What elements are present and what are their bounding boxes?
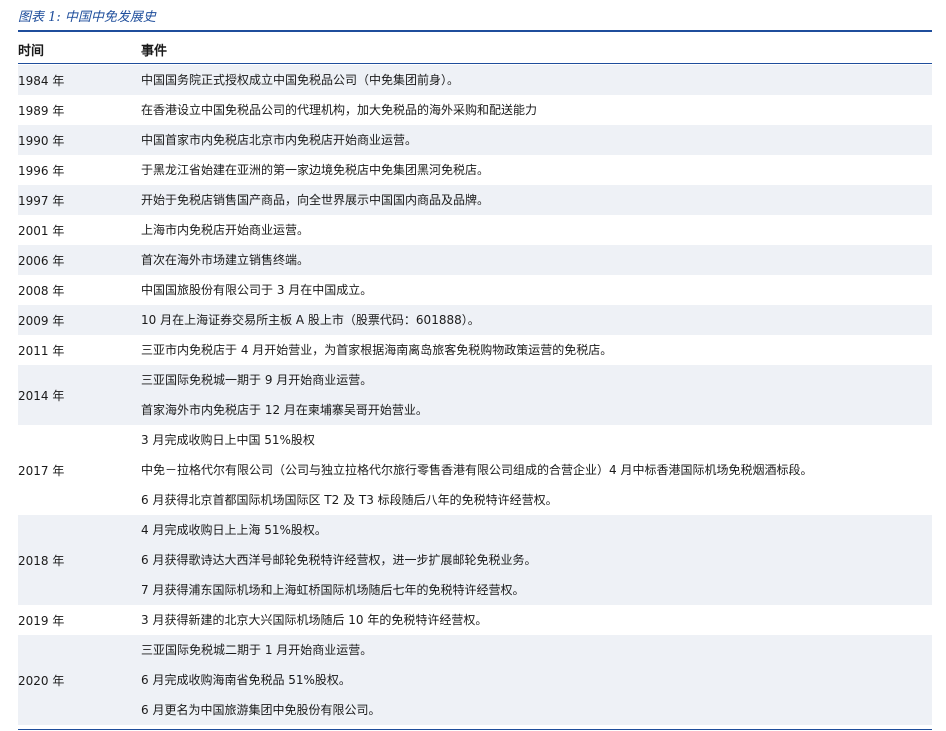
row-events: 10 月在上海证券交易所主板 A 股上市（股票代码：601888）。 (141, 305, 932, 335)
table-row: 2018 年 4 月完成收购日上上海 51%股权。 6 月获得歌诗达大西洋号邮轮免税… (18, 515, 932, 605)
row-event: 6 月完成收购海南省免税品 51%股权。 (141, 673, 351, 687)
table-row: 2020 年 三亚国际免税城二期于 1 月开始商业运营。 6 月完成收购海南省免税品… (18, 635, 932, 725)
row-events: 三亚国际免税城一期于 9 月开始商业运营。首家海外市内免税店于 12 月在柬埔寨… (141, 365, 932, 425)
table-bottom-rule (18, 729, 932, 730)
table-row: 2008 年 中国国旅股份有限公司于 3 月在中国成立。 (18, 275, 932, 305)
row-event: 中国国务院正式授权成立中国免税品公司（中免集团前身）。 (141, 73, 460, 87)
table-row: 2019 年 3 月获得新建的北京大兴国际机场随后 10 年的免税特许经营权。 (18, 605, 932, 635)
row-event: 6 月获得歌诗达大西洋号邮轮免税特许经营权，进一步扩展邮轮免税业务。 (141, 553, 537, 567)
table-row: 2009 年 10 月在上海证券交易所主板 A 股上市（股票代码：601888）。 (18, 305, 932, 335)
row-event: 开始于免税店销售国产商品，向全世界展示中国国内商品及品牌。 (141, 193, 490, 207)
row-year: 2008 年 (18, 283, 65, 298)
row-events: 上海市内免税店开始商业运营。 (141, 215, 932, 245)
row-event: 三亚市内免税店于 4 月开始营业，为首家根据海南离岛旅客免税购物政策运营的免税店… (141, 343, 613, 357)
row-events: 中国国旅股份有限公司于 3 月在中国成立。 (141, 275, 932, 305)
timeline-table: 1984 年 中国国务院正式授权成立中国免税品公司（中免集团前身）。 1989 年 在… (18, 65, 932, 725)
row-event: 首家海外市内免税店于 12 月在柬埔寨吴哥开始营业。 (141, 403, 428, 417)
row-event: 3 月完成收购日上中国 51%股权 (141, 433, 315, 447)
table-header-rule (18, 63, 932, 64)
header-time: 时间 (18, 44, 45, 59)
row-year: 2018 年 (18, 553, 65, 568)
row-event: 3 月获得新建的北京大兴国际机场随后 10 年的免税特许经营权。 (141, 613, 488, 627)
table-row: 1997 年 开始于免税店销售国产商品，向全世界展示中国国内商品及品牌。 (18, 185, 932, 215)
table-row: 1989 年 在香港设立中国免税品公司的代理机构，加大免税品的海外采购和配送能力 (18, 95, 932, 125)
table-row: 2006 年 首次在海外市场建立销售终端。 (18, 245, 932, 275)
row-event: 中免－拉格代尔有限公司（公司与独立拉格代尔旅行零售香港有限公司组成的合营企业）4… (141, 463, 813, 477)
row-year: 2014 年 (18, 388, 65, 403)
row-events: 中国首家市内免税店北京市内免税店开始商业运营。 (141, 125, 932, 155)
row-event: 7 月获得浦东国际机场和上海虹桥国际机场随后七年的免税特许经营权。 (141, 583, 525, 597)
row-event: 三亚国际免税城二期于 1 月开始商业运营。 (141, 643, 373, 657)
row-year: 2011 年 (18, 343, 65, 358)
row-event: 上海市内免税店开始商业运营。 (141, 223, 310, 237)
table-row: 2014 年 三亚国际免税城一期于 9 月开始商业运营。首家海外市内免税店于 12… (18, 365, 932, 425)
row-events: 三亚市内免税店于 4 月开始营业，为首家根据海南离岛旅客免税购物政策运营的免税店… (141, 335, 932, 365)
row-year: 1996 年 (18, 163, 65, 178)
row-year: 2001 年 (18, 223, 65, 238)
table-row: 1984 年 中国国务院正式授权成立中国免税品公司（中免集团前身）。 (18, 65, 932, 95)
header-event: 事件 (141, 44, 168, 59)
row-year: 2019 年 (18, 613, 65, 628)
row-event: 中国国旅股份有限公司于 3 月在中国成立。 (141, 283, 373, 297)
row-year: 2020 年 (18, 673, 65, 688)
row-event: 首次在海外市场建立销售终端。 (141, 253, 310, 267)
row-year: 1989 年 (18, 103, 65, 118)
table-row: 1996 年 于黑龙江省始建在亚洲的第一家边境免税店中免集团黑河免税店。 (18, 155, 932, 185)
table-header: 时间 事件 (18, 32, 932, 63)
row-events: 4 月完成收购日上上海 51%股权。 6 月获得歌诗达大西洋号邮轮免税特许经营权，… (141, 515, 932, 605)
table-row: 2011 年 三亚市内免税店于 4 月开始营业，为首家根据海南离岛旅客免税购物政策… (18, 335, 932, 365)
row-events: 3 月完成收购日上中国 51%股权中免－拉格代尔有限公司（公司与独立拉格代尔旅行… (141, 425, 932, 515)
row-year: 1990 年 (18, 133, 65, 148)
row-events: 于黑龙江省始建在亚洲的第一家边境免税店中免集团黑河免税店。 (141, 155, 932, 185)
table-row: 2001 年 上海市内免税店开始商业运营。 (18, 215, 932, 245)
row-events: 3 月获得新建的北京大兴国际机场随后 10 年的免税特许经营权。 (141, 605, 932, 635)
row-event: 于黑龙江省始建在亚洲的第一家边境免税店中免集团黑河免税店。 (141, 163, 490, 177)
row-year: 2006 年 (18, 253, 65, 268)
row-event: 6 月更名为中国旅游集团中免股份有限公司。 (141, 703, 381, 717)
row-year: 2009 年 (18, 313, 65, 328)
row-year: 1997 年 (18, 193, 65, 208)
row-event: 6 月获得北京首都国际机场国际区 T2 及 T3 标段随后八年的免税特许经营权。 (141, 493, 558, 507)
row-event: 4 月完成收购日上上海 51%股权。 (141, 523, 327, 537)
row-events: 首次在海外市场建立销售终端。 (141, 245, 932, 275)
row-events: 开始于免税店销售国产商品，向全世界展示中国国内商品及品牌。 (141, 185, 932, 215)
row-events: 中国国务院正式授权成立中国免税品公司（中免集团前身）。 (141, 65, 932, 95)
row-events: 在香港设立中国免税品公司的代理机构，加大免税品的海外采购和配送能力 (141, 95, 932, 125)
row-event: 三亚国际免税城一期于 9 月开始商业运营。 (141, 373, 373, 387)
table-row: 1990 年 中国首家市内免税店北京市内免税店开始商业运营。 (18, 125, 932, 155)
row-event: 在香港设立中国免税品公司的代理机构，加大免税品的海外采购和配送能力 (141, 103, 538, 117)
row-event: 中国首家市内免税店北京市内免税店开始商业运营。 (141, 133, 418, 147)
figure-caption: 图表 1: 中国中免发展史 (18, 10, 156, 25)
row-events: 三亚国际免税城二期于 1 月开始商业运营。 6 月完成收购海南省免税品 51%股权… (141, 635, 932, 725)
row-year: 2017 年 (18, 463, 65, 478)
row-event: 10 月在上海证券交易所主板 A 股上市（股票代码：601888）。 (141, 313, 480, 327)
table-row: 2017 年 3 月完成收购日上中国 51%股权中免－拉格代尔有限公司（公司与独立… (18, 425, 932, 515)
row-year: 1984 年 (18, 73, 65, 88)
